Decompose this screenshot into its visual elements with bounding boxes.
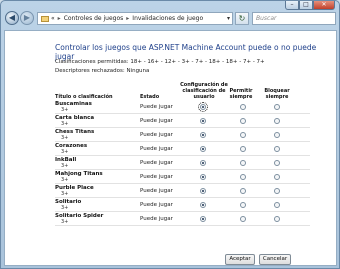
ok-button[interactable]: Aceptar: [225, 254, 255, 265]
table-header: Título o clasificación Estado Configurac…: [55, 79, 310, 100]
game-state: Puede jugar: [140, 188, 173, 194]
radio-user-rating[interactable]: [200, 174, 206, 180]
game-name: Corazones: [55, 143, 88, 149]
radio-user-rating[interactable]: [198, 102, 208, 112]
radio-always-allow[interactable]: [240, 160, 246, 166]
blocked-descriptors: Descriptores rechazados: Ninguna: [55, 68, 149, 74]
game-rating: 3+: [61, 219, 69, 225]
radio-always-block[interactable]: [274, 104, 280, 110]
game-state: Puede jugar: [140, 146, 173, 152]
table-row: InkBall 3+ Puede jugar: [55, 156, 310, 170]
breadcrumb-prefix: «: [51, 15, 55, 22]
cancel-button[interactable]: Cancelar: [259, 254, 291, 265]
allowed-ratings-label: Clasificaciones permitidas:: [55, 59, 129, 65]
radio-always-block[interactable]: [274, 174, 280, 180]
radio-user-rating[interactable]: [200, 146, 206, 152]
breadcrumb-separator: ▸: [126, 15, 130, 22]
navigation-toolbar: ◀ ▶ « ▸ Controles de juegos ▸ Invalidaci…: [3, 10, 337, 28]
content-pane: Controlar los juegos que ASP.NET Machine…: [4, 30, 337, 266]
radio-user-rating[interactable]: [200, 202, 206, 208]
radio-always-allow[interactable]: [240, 216, 246, 222]
game-state: Puede jugar: [140, 202, 173, 208]
radio-always-allow[interactable]: [240, 118, 246, 124]
table-row: Solitario Spider 3+ Puede jugar: [55, 212, 310, 226]
table-row: Chess Titans 3+ Puede jugar: [55, 128, 310, 142]
radio-always-block[interactable]: [274, 132, 280, 138]
chevron-down-icon[interactable]: ▾: [227, 15, 230, 22]
address-bar[interactable]: « ▸ Controles de juegos ▸ Invalidaciones…: [37, 12, 233, 25]
radio-always-block[interactable]: [274, 160, 280, 166]
breadcrumb-game-overrides[interactable]: Invalidaciones de juego: [132, 15, 203, 22]
radio-always-block[interactable]: [274, 118, 280, 124]
game-state: Puede jugar: [140, 174, 173, 180]
game-state: Puede jugar: [140, 104, 173, 110]
refresh-button[interactable]: ↻: [235, 12, 249, 25]
window: – □ ✕ ◀ ▶ « ▸ Controles de juegos ▸ Inva…: [0, 0, 340, 269]
games-table: Título o clasificación Estado Configurac…: [55, 79, 310, 226]
folder-icon: [41, 15, 49, 22]
forward-button[interactable]: ▶: [20, 11, 34, 25]
maximize-button[interactable]: □: [299, 1, 313, 10]
search-input[interactable]: Buscar: [252, 12, 336, 25]
game-state: Puede jugar: [140, 118, 173, 124]
radio-user-rating[interactable]: [200, 118, 206, 124]
game-rating: 3+: [61, 107, 69, 113]
radio-always-allow[interactable]: [240, 202, 246, 208]
breadcrumb-parental-controls[interactable]: Controles de juegos: [64, 15, 124, 22]
radio-user-rating[interactable]: [200, 132, 206, 138]
game-rating: 3+: [61, 135, 69, 141]
table-row: Mahjong Titans 3+ Puede jugar: [55, 170, 310, 184]
radio-user-rating[interactable]: [200, 160, 206, 166]
allowed-ratings-value: 18+ - 16+ - 12+ - 3+ - 7+ - 18+ - 18+ - …: [130, 59, 265, 65]
header-always-allow: Permitir siempre: [229, 88, 253, 100]
radio-always-allow[interactable]: [240, 174, 246, 180]
radio-always-allow[interactable]: [240, 188, 246, 194]
game-rating: 3+: [61, 121, 69, 127]
blocked-descriptors-label: Descriptores rechazados:: [55, 68, 125, 74]
window-controls: – □ ✕: [285, 1, 335, 10]
table-body: Buscaminas 3+ Puede jugar Carta blanca 3+ Pue…: [55, 100, 310, 226]
radio-always-block[interactable]: [274, 188, 280, 194]
radio-always-block[interactable]: [274, 202, 280, 208]
game-state: Puede jugar: [140, 216, 173, 222]
radio-always-allow[interactable]: [240, 104, 246, 110]
game-state: Puede jugar: [140, 132, 173, 138]
radio-always-block[interactable]: [274, 216, 280, 222]
back-button[interactable]: ◀: [5, 11, 19, 25]
minimize-button[interactable]: –: [285, 1, 299, 10]
allowed-ratings: Clasificaciones permitidas: 18+ - 16+ - …: [55, 59, 265, 65]
game-rating: 3+: [61, 163, 69, 169]
game-state: Puede jugar: [140, 160, 173, 166]
blocked-descriptors-value: Ninguna: [126, 68, 150, 74]
radio-always-allow[interactable]: [240, 132, 246, 138]
close-button[interactable]: ✕: [313, 1, 335, 10]
header-always-block: Bloquear siempre: [264, 88, 290, 100]
table-row: Corazones 3+ Puede jugar: [55, 142, 310, 156]
game-rating: 3+: [61, 149, 69, 155]
table-row: Buscaminas 3+ Puede jugar: [55, 100, 310, 114]
table-row: Carta blanca 3+ Puede jugar: [55, 114, 310, 128]
table-row: Purble Place 3+ Puede jugar: [55, 184, 310, 198]
game-rating: 3+: [61, 177, 69, 183]
game-rating: 3+: [61, 191, 69, 197]
radio-always-block[interactable]: [274, 146, 280, 152]
radio-user-rating[interactable]: [200, 188, 206, 194]
radio-user-rating[interactable]: [200, 216, 206, 222]
radio-always-allow[interactable]: [240, 146, 246, 152]
table-row: Solitario 3+ Puede jugar: [55, 198, 310, 212]
breadcrumb-separator: ▸: [57, 15, 61, 22]
game-rating: 3+: [61, 205, 69, 211]
